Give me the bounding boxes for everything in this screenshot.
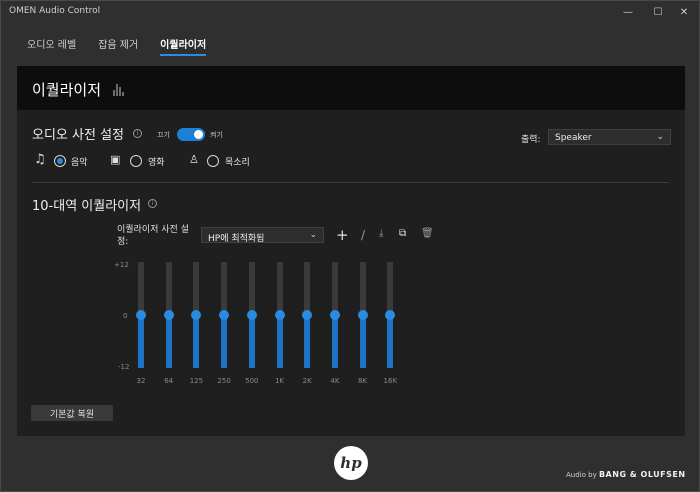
- eq-slider-knob[interactable]: [357, 310, 368, 320]
- eq-preset-select[interactable]: HP에 최적화됨 ⌄: [201, 227, 324, 244]
- eq-band-label: 64: [164, 377, 174, 385]
- eq-slider-fill: [387, 315, 394, 368]
- eq-band-label: 32: [136, 377, 146, 385]
- tab-noise-cancel[interactable]: 잡음 제거: [98, 36, 138, 56]
- edit-icon[interactable]: /: [361, 228, 365, 242]
- tab-bar: 오디오 레벨 잡음 제거 이퀄라이저: [27, 36, 228, 56]
- eq-slider-knob[interactable]: [219, 310, 230, 320]
- info-icon[interactable]: i: [148, 199, 157, 208]
- eq-band-label: 8K: [358, 377, 368, 385]
- close-button[interactable]: ✕: [669, 1, 699, 23]
- tab-equalizer[interactable]: 이퀄라이저: [160, 36, 207, 56]
- chevron-down-icon: ⌄: [656, 132, 664, 142]
- title-bar: OMEN Audio Control — ☐ ✕: [1, 1, 699, 23]
- eq-slider-knob[interactable]: [136, 310, 146, 320]
- eq-slider-knob[interactable]: [191, 310, 202, 320]
- import-icon[interactable]: ⤓: [379, 228, 383, 239]
- chevron-down-icon: ⌄: [309, 230, 317, 240]
- add-icon[interactable]: +: [336, 226, 349, 244]
- toggle-off-label: 끄기: [157, 131, 170, 139]
- y-label-mid: 0: [123, 312, 128, 320]
- radio-movie[interactable]: [130, 155, 142, 167]
- output-value: Speaker: [555, 133, 592, 143]
- eq-band-label: 2K: [302, 377, 312, 385]
- microphone-icon: ♙: [189, 153, 199, 166]
- eq-slider-knob[interactable]: [246, 310, 257, 320]
- radio-voice[interactable]: [207, 155, 219, 167]
- eq-preset-value: HP에 최적화됨: [208, 234, 265, 244]
- toggle-on-label: 켜기: [210, 131, 223, 139]
- eq-band-label: 1K: [274, 377, 285, 385]
- eq-slider-knob[interactable]: [329, 310, 340, 320]
- eq-section-title: 10-대역 이퀄라이저: [32, 199, 142, 214]
- eq-slider-fill: [193, 315, 200, 368]
- audio-presets-title: 오디오 사전 설정: [32, 128, 124, 143]
- eq-slider-fill: [248, 315, 255, 368]
- audio-by-label: Audio by BANG & OLUFSEN: [566, 470, 686, 479]
- movie-camera-icon: ▣: [110, 153, 121, 166]
- y-label-bottom: -12: [118, 363, 130, 371]
- eq-slider-knob[interactable]: [302, 310, 313, 320]
- output-select[interactable]: Speaker ⌄: [548, 129, 671, 145]
- eq-slider-knob[interactable]: [385, 310, 396, 320]
- eq-band-label: 125: [189, 377, 204, 385]
- tab-audio-level[interactable]: 오디오 레벨: [27, 36, 76, 56]
- info-icon[interactable]: i: [133, 129, 142, 138]
- mode-movie-label: 영화: [148, 158, 165, 168]
- output-label: 출력:: [521, 135, 541, 145]
- radio-music[interactable]: [54, 155, 66, 167]
- eq-band-label: 500: [245, 377, 259, 385]
- equalizer-icon: [113, 82, 125, 96]
- eq-slider-fill: [359, 315, 366, 368]
- app-window: OMEN Audio Control — ☐ ✕ 오디오 레벨 잡음 제거 이퀄…: [0, 0, 700, 492]
- copy-icon[interactable]: ⧉: [399, 228, 406, 239]
- music-note-icon: ♫: [34, 152, 46, 167]
- mode-music-label: 음악: [71, 158, 88, 168]
- divider: [32, 182, 669, 183]
- eq-slider-fill: [165, 315, 172, 368]
- window-title: OMEN Audio Control: [9, 6, 101, 16]
- page-title: 이퀄라이저: [32, 81, 102, 99]
- eq-band-label: 16K: [383, 377, 398, 385]
- eq-slider-fill: [138, 315, 144, 368]
- presets-toggle[interactable]: [177, 128, 205, 141]
- mode-voice-label: 목소리: [225, 158, 250, 168]
- eq-band-label: 4K: [330, 377, 340, 385]
- eq-slider-knob[interactable]: [274, 310, 285, 320]
- y-label-top: +12: [114, 261, 129, 269]
- eq-band-label: 250: [217, 377, 231, 385]
- reset-defaults-button[interactable]: 기본값 복원: [31, 405, 113, 421]
- eq-slider-fill: [276, 315, 283, 368]
- eq-preset-label: 이퀄라이저 사전 설정:: [117, 225, 189, 247]
- eq-slider-fill: [331, 315, 338, 368]
- hp-logo: hp: [334, 446, 368, 480]
- eq-slider-fill: [304, 315, 311, 368]
- panel-header: 이퀄라이저: [17, 66, 685, 110]
- equalizer-panel: 이퀄라이저 오디오 사전 설정 i 끄기 켜기 출력: Speaker ⌄ ♫ …: [17, 66, 685, 436]
- delete-icon[interactable]: 🗑: [421, 228, 434, 239]
- eq-slider-fill: [221, 315, 228, 368]
- minimize-button[interactable]: —: [613, 1, 643, 23]
- eq-slider-knob[interactable]: [163, 310, 174, 320]
